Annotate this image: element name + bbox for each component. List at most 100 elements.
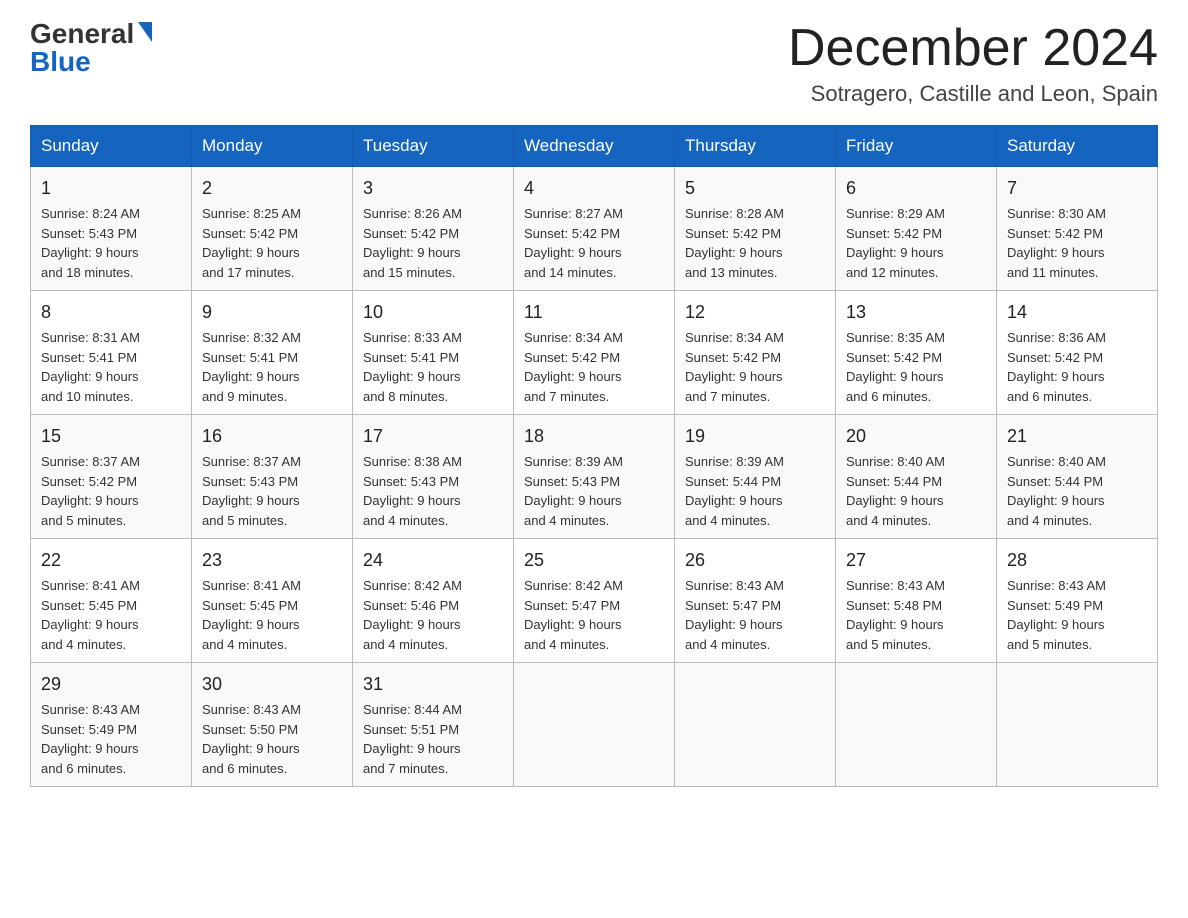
day-number: 3 [363, 175, 503, 202]
calendar-cell: 10Sunrise: 8:33 AMSunset: 5:41 PMDayligh… [353, 291, 514, 415]
day-number: 27 [846, 547, 986, 574]
day-info: Sunrise: 8:24 AMSunset: 5:43 PMDaylight:… [41, 204, 181, 282]
calendar-cell: 29Sunrise: 8:43 AMSunset: 5:49 PMDayligh… [31, 663, 192, 787]
day-info: Sunrise: 8:36 AMSunset: 5:42 PMDaylight:… [1007, 328, 1147, 406]
day-number: 11 [524, 299, 664, 326]
calendar-cell: 25Sunrise: 8:42 AMSunset: 5:47 PMDayligh… [514, 539, 675, 663]
day-info: Sunrise: 8:37 AMSunset: 5:43 PMDaylight:… [202, 452, 342, 530]
day-number: 17 [363, 423, 503, 450]
day-number: 29 [41, 671, 181, 698]
day-info: Sunrise: 8:25 AMSunset: 5:42 PMDaylight:… [202, 204, 342, 282]
day-info: Sunrise: 8:40 AMSunset: 5:44 PMDaylight:… [846, 452, 986, 530]
calendar-cell: 30Sunrise: 8:43 AMSunset: 5:50 PMDayligh… [192, 663, 353, 787]
day-number: 14 [1007, 299, 1147, 326]
day-info: Sunrise: 8:42 AMSunset: 5:47 PMDaylight:… [524, 576, 664, 654]
day-info: Sunrise: 8:29 AMSunset: 5:42 PMDaylight:… [846, 204, 986, 282]
title-section: December 2024 Sotragero, Castille and Le… [788, 20, 1158, 107]
day-number: 22 [41, 547, 181, 574]
calendar-cell: 20Sunrise: 8:40 AMSunset: 5:44 PMDayligh… [836, 415, 997, 539]
day-number: 7 [1007, 175, 1147, 202]
day-number: 4 [524, 175, 664, 202]
day-number: 24 [363, 547, 503, 574]
day-number: 30 [202, 671, 342, 698]
calendar-cell: 26Sunrise: 8:43 AMSunset: 5:47 PMDayligh… [675, 539, 836, 663]
calendar-cell: 4Sunrise: 8:27 AMSunset: 5:42 PMDaylight… [514, 167, 675, 291]
day-number: 19 [685, 423, 825, 450]
calendar-header-tuesday: Tuesday [353, 126, 514, 167]
logo-blue: Blue [30, 48, 91, 76]
day-info: Sunrise: 8:37 AMSunset: 5:42 PMDaylight:… [41, 452, 181, 530]
calendar-cell: 31Sunrise: 8:44 AMSunset: 5:51 PMDayligh… [353, 663, 514, 787]
calendar-cell: 6Sunrise: 8:29 AMSunset: 5:42 PMDaylight… [836, 167, 997, 291]
calendar-cell: 19Sunrise: 8:39 AMSunset: 5:44 PMDayligh… [675, 415, 836, 539]
day-info: Sunrise: 8:26 AMSunset: 5:42 PMDaylight:… [363, 204, 503, 282]
day-number: 6 [846, 175, 986, 202]
calendar-table: SundayMondayTuesdayWednesdayThursdayFrid… [30, 125, 1158, 787]
day-info: Sunrise: 8:43 AMSunset: 5:48 PMDaylight:… [846, 576, 986, 654]
calendar-cell: 17Sunrise: 8:38 AMSunset: 5:43 PMDayligh… [353, 415, 514, 539]
calendar-cell [997, 663, 1158, 787]
calendar-cell: 16Sunrise: 8:37 AMSunset: 5:43 PMDayligh… [192, 415, 353, 539]
day-number: 21 [1007, 423, 1147, 450]
calendar-cell: 5Sunrise: 8:28 AMSunset: 5:42 PMDaylight… [675, 167, 836, 291]
calendar-cell: 8Sunrise: 8:31 AMSunset: 5:41 PMDaylight… [31, 291, 192, 415]
day-info: Sunrise: 8:27 AMSunset: 5:42 PMDaylight:… [524, 204, 664, 282]
day-info: Sunrise: 8:32 AMSunset: 5:41 PMDaylight:… [202, 328, 342, 406]
day-number: 5 [685, 175, 825, 202]
calendar-cell: 15Sunrise: 8:37 AMSunset: 5:42 PMDayligh… [31, 415, 192, 539]
day-info: Sunrise: 8:39 AMSunset: 5:44 PMDaylight:… [685, 452, 825, 530]
calendar-header-saturday: Saturday [997, 126, 1158, 167]
day-info: Sunrise: 8:40 AMSunset: 5:44 PMDaylight:… [1007, 452, 1147, 530]
page-header: General Blue December 2024 Sotragero, Ca… [30, 20, 1158, 107]
day-number: 31 [363, 671, 503, 698]
day-number: 23 [202, 547, 342, 574]
day-info: Sunrise: 8:31 AMSunset: 5:41 PMDaylight:… [41, 328, 181, 406]
calendar-week-1: 1Sunrise: 8:24 AMSunset: 5:43 PMDaylight… [31, 167, 1158, 291]
day-info: Sunrise: 8:33 AMSunset: 5:41 PMDaylight:… [363, 328, 503, 406]
location-title: Sotragero, Castille and Leon, Spain [788, 81, 1158, 107]
calendar-week-5: 29Sunrise: 8:43 AMSunset: 5:49 PMDayligh… [31, 663, 1158, 787]
calendar-cell: 7Sunrise: 8:30 AMSunset: 5:42 PMDaylight… [997, 167, 1158, 291]
day-info: Sunrise: 8:28 AMSunset: 5:42 PMDaylight:… [685, 204, 825, 282]
day-number: 26 [685, 547, 825, 574]
calendar-cell: 9Sunrise: 8:32 AMSunset: 5:41 PMDaylight… [192, 291, 353, 415]
calendar-cell: 1Sunrise: 8:24 AMSunset: 5:43 PMDaylight… [31, 167, 192, 291]
calendar-header-row: SundayMondayTuesdayWednesdayThursdayFrid… [31, 126, 1158, 167]
logo-triangle-icon [138, 22, 152, 42]
day-info: Sunrise: 8:38 AMSunset: 5:43 PMDaylight:… [363, 452, 503, 530]
calendar-header-wednesday: Wednesday [514, 126, 675, 167]
month-title: December 2024 [788, 20, 1158, 77]
calendar-cell: 27Sunrise: 8:43 AMSunset: 5:48 PMDayligh… [836, 539, 997, 663]
day-info: Sunrise: 8:30 AMSunset: 5:42 PMDaylight:… [1007, 204, 1147, 282]
day-info: Sunrise: 8:44 AMSunset: 5:51 PMDaylight:… [363, 700, 503, 778]
calendar-cell: 24Sunrise: 8:42 AMSunset: 5:46 PMDayligh… [353, 539, 514, 663]
day-number: 8 [41, 299, 181, 326]
day-info: Sunrise: 8:39 AMSunset: 5:43 PMDaylight:… [524, 452, 664, 530]
calendar-cell: 13Sunrise: 8:35 AMSunset: 5:42 PMDayligh… [836, 291, 997, 415]
day-info: Sunrise: 8:35 AMSunset: 5:42 PMDaylight:… [846, 328, 986, 406]
calendar-cell [675, 663, 836, 787]
logo: General Blue [30, 20, 152, 76]
day-info: Sunrise: 8:34 AMSunset: 5:42 PMDaylight:… [524, 328, 664, 406]
day-number: 12 [685, 299, 825, 326]
day-info: Sunrise: 8:43 AMSunset: 5:50 PMDaylight:… [202, 700, 342, 778]
calendar-header-thursday: Thursday [675, 126, 836, 167]
day-info: Sunrise: 8:34 AMSunset: 5:42 PMDaylight:… [685, 328, 825, 406]
day-number: 28 [1007, 547, 1147, 574]
calendar-week-4: 22Sunrise: 8:41 AMSunset: 5:45 PMDayligh… [31, 539, 1158, 663]
calendar-cell [514, 663, 675, 787]
calendar-cell: 18Sunrise: 8:39 AMSunset: 5:43 PMDayligh… [514, 415, 675, 539]
calendar-cell: 21Sunrise: 8:40 AMSunset: 5:44 PMDayligh… [997, 415, 1158, 539]
calendar-cell: 3Sunrise: 8:26 AMSunset: 5:42 PMDaylight… [353, 167, 514, 291]
calendar-week-2: 8Sunrise: 8:31 AMSunset: 5:41 PMDaylight… [31, 291, 1158, 415]
day-number: 25 [524, 547, 664, 574]
calendar-header-monday: Monday [192, 126, 353, 167]
calendar-cell: 28Sunrise: 8:43 AMSunset: 5:49 PMDayligh… [997, 539, 1158, 663]
calendar-cell: 12Sunrise: 8:34 AMSunset: 5:42 PMDayligh… [675, 291, 836, 415]
day-number: 20 [846, 423, 986, 450]
day-info: Sunrise: 8:41 AMSunset: 5:45 PMDaylight:… [41, 576, 181, 654]
calendar-week-3: 15Sunrise: 8:37 AMSunset: 5:42 PMDayligh… [31, 415, 1158, 539]
day-info: Sunrise: 8:42 AMSunset: 5:46 PMDaylight:… [363, 576, 503, 654]
calendar-cell: 11Sunrise: 8:34 AMSunset: 5:42 PMDayligh… [514, 291, 675, 415]
day-number: 15 [41, 423, 181, 450]
